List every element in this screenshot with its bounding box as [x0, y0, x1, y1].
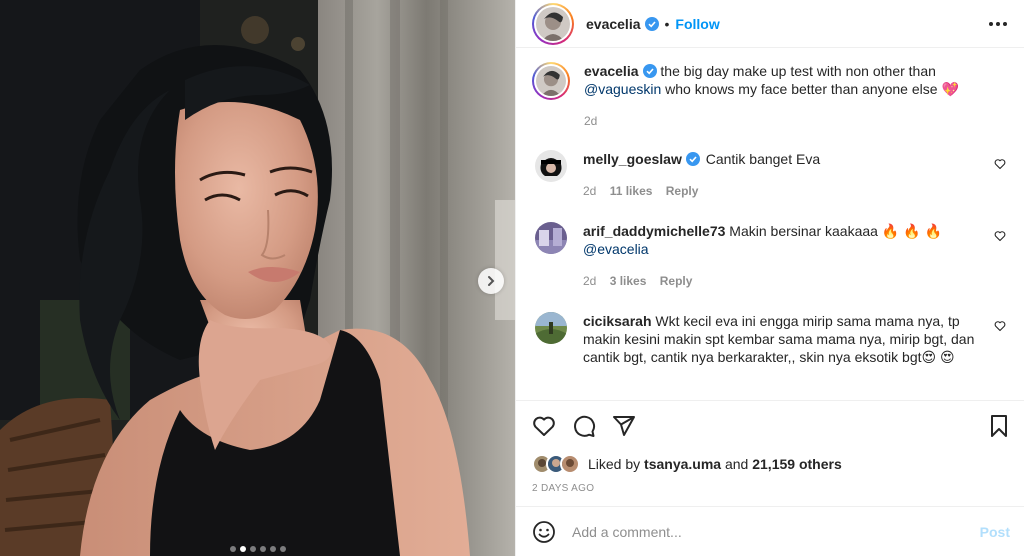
commenter-avatar[interactable]: [535, 222, 567, 254]
comment-username[interactable]: melly_goeslaw: [583, 151, 682, 167]
carousel-next-button[interactable]: [478, 268, 504, 294]
caption: evacelia the big day make up test with n…: [532, 62, 1008, 130]
emoji-icon[interactable]: [532, 520, 556, 544]
verified-badge-icon: [685, 152, 700, 166]
post-header: evacelia • Follow: [516, 0, 1024, 48]
bookmark-icon: [991, 415, 1007, 437]
comment-button[interactable]: [572, 414, 596, 438]
more-options-button[interactable]: [986, 12, 1010, 36]
comment-username[interactable]: ciciksarah: [583, 313, 652, 329]
like-comment-heart-icon[interactable]: [994, 320, 1006, 332]
commenter-avatar[interactable]: [535, 150, 567, 182]
author-username[interactable]: evacelia: [586, 16, 641, 32]
liker-avatars: [532, 454, 580, 474]
carousel-dot: [279, 546, 286, 552]
carousel-dot: [249, 546, 256, 552]
post-side-panel: evacelia • Follow evacelia the big day m…: [515, 0, 1024, 556]
post-media[interactable]: [0, 0, 515, 556]
like-comment-heart-icon[interactable]: [994, 158, 1006, 170]
like-comment-heart-icon[interactable]: [994, 230, 1006, 242]
comment-text: Makin bersinar kaakaaa 🔥 🔥 🔥: [729, 223, 942, 239]
chevron-right-icon: [488, 276, 495, 286]
commenter-avatar[interactable]: [535, 312, 567, 344]
comment-username[interactable]: arif_daddymichelle73: [583, 223, 725, 239]
author-avatar[interactable]: [532, 2, 574, 45]
verified-badge-icon: [642, 64, 657, 78]
carousel-indicator: [0, 546, 515, 552]
comment-time[interactable]: 2d: [583, 274, 596, 288]
carousel-dot: [229, 546, 236, 552]
heart-icon: [533, 416, 555, 436]
comment-likes[interactable]: 11 likes: [610, 184, 653, 198]
post-photo: [0, 0, 515, 556]
comment-time[interactable]: 2d: [583, 184, 596, 198]
reply-button[interactable]: Reply: [666, 184, 699, 198]
liked-by-and: and: [724, 456, 749, 472]
comment-item: melly_goeslaw Cantik banget Eva 2d 11 li…: [532, 150, 1008, 200]
add-comment-input[interactable]: [572, 523, 980, 540]
reply-button[interactable]: Reply: [660, 274, 693, 288]
add-comment-bar: Post: [516, 506, 1024, 556]
comments-list[interactable]: evacelia the big day make up test with n…: [516, 48, 1024, 401]
liker-avatar[interactable]: [560, 454, 580, 474]
carousel-dot: [259, 546, 266, 552]
comment-bubble-icon: [574, 415, 596, 437]
comment-likes[interactable]: 3 likes: [610, 274, 647, 288]
carousel-dot: [269, 546, 276, 552]
verified-badge-icon: [644, 16, 659, 31]
paper-plane-icon: [613, 416, 635, 436]
save-button[interactable]: [988, 414, 1010, 438]
likes-text: Liked by tsanya.uma and 21,159 others: [588, 456, 842, 472]
comment-mention[interactable]: @evacelia: [583, 241, 649, 257]
more-horizontal-icon: [989, 21, 1007, 26]
action-bar: [516, 401, 1024, 451]
likes-count[interactable]: 21,159 others: [752, 456, 842, 472]
instagram-post: evacelia • Follow evacelia the big day m…: [0, 0, 1024, 556]
carousel-dot-active: [239, 546, 246, 552]
caption-avatar[interactable]: [532, 62, 570, 100]
caption-text: the big day make up test with non other …: [660, 63, 936, 79]
liked-by-user[interactable]: tsanya.uma: [644, 456, 721, 472]
follow-button[interactable]: Follow: [675, 16, 719, 32]
caption-mention[interactable]: @vagueskin: [584, 81, 661, 97]
caption-time[interactable]: 2d: [584, 114, 597, 128]
share-button[interactable]: [612, 414, 636, 438]
header-separator: •: [664, 15, 670, 32]
liked-by-prefix: Liked by: [588, 456, 641, 472]
comment-text: Cantik banget Eva: [705, 151, 821, 167]
caption-username[interactable]: evacelia: [584, 63, 639, 79]
comment-item: ciciksarah Wkt kecil eva ini engga mirip…: [532, 312, 1008, 366]
post-date[interactable]: 2 DAYS AGO: [516, 483, 1024, 494]
likes-summary: Liked by tsanya.uma and 21,159 others: [516, 451, 1024, 477]
caption-text-end: who knows my face better than anyone els…: [665, 81, 938, 97]
heart-emoji: 💖: [941, 81, 959, 97]
comment-item: arif_daddymichelle73 Makin bersinar kaak…: [532, 222, 1008, 290]
like-button[interactable]: [532, 414, 556, 438]
post-comment-button[interactable]: Post: [980, 524, 1010, 540]
